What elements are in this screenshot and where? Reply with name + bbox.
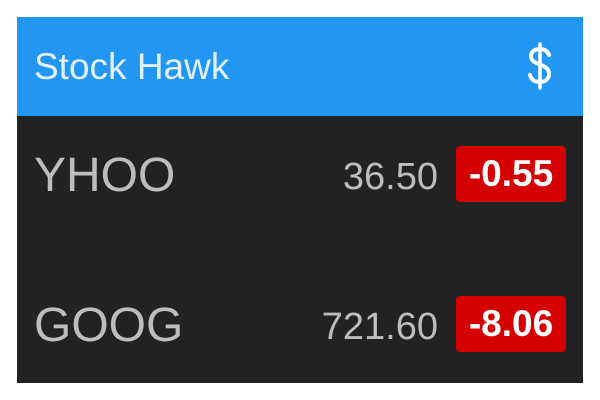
dollar-icon[interactable] <box>526 42 554 90</box>
change-badge[interactable]: -0.55 <box>456 146 566 202</box>
stock-price: 36.50 <box>342 156 438 198</box>
app-bar: Stock Hawk <box>17 17 583 116</box>
stock-row-goog[interactable]: GOOG 721.60 -8.06 <box>17 267 583 383</box>
app-title: Stock Hawk <box>34 46 230 87</box>
stock-price: 721.60 <box>321 306 438 348</box>
stock-row-yhoo[interactable]: YHOO 36.50 -0.55 <box>17 117 583 237</box>
stock-widget: Stock Hawk YHOO 36.50 -0.55 GOOG 721.60 … <box>17 17 583 383</box>
change-badge[interactable]: -8.06 <box>456 296 566 352</box>
stock-symbol: GOOG <box>34 299 184 352</box>
stock-symbol: YHOO <box>34 149 176 202</box>
